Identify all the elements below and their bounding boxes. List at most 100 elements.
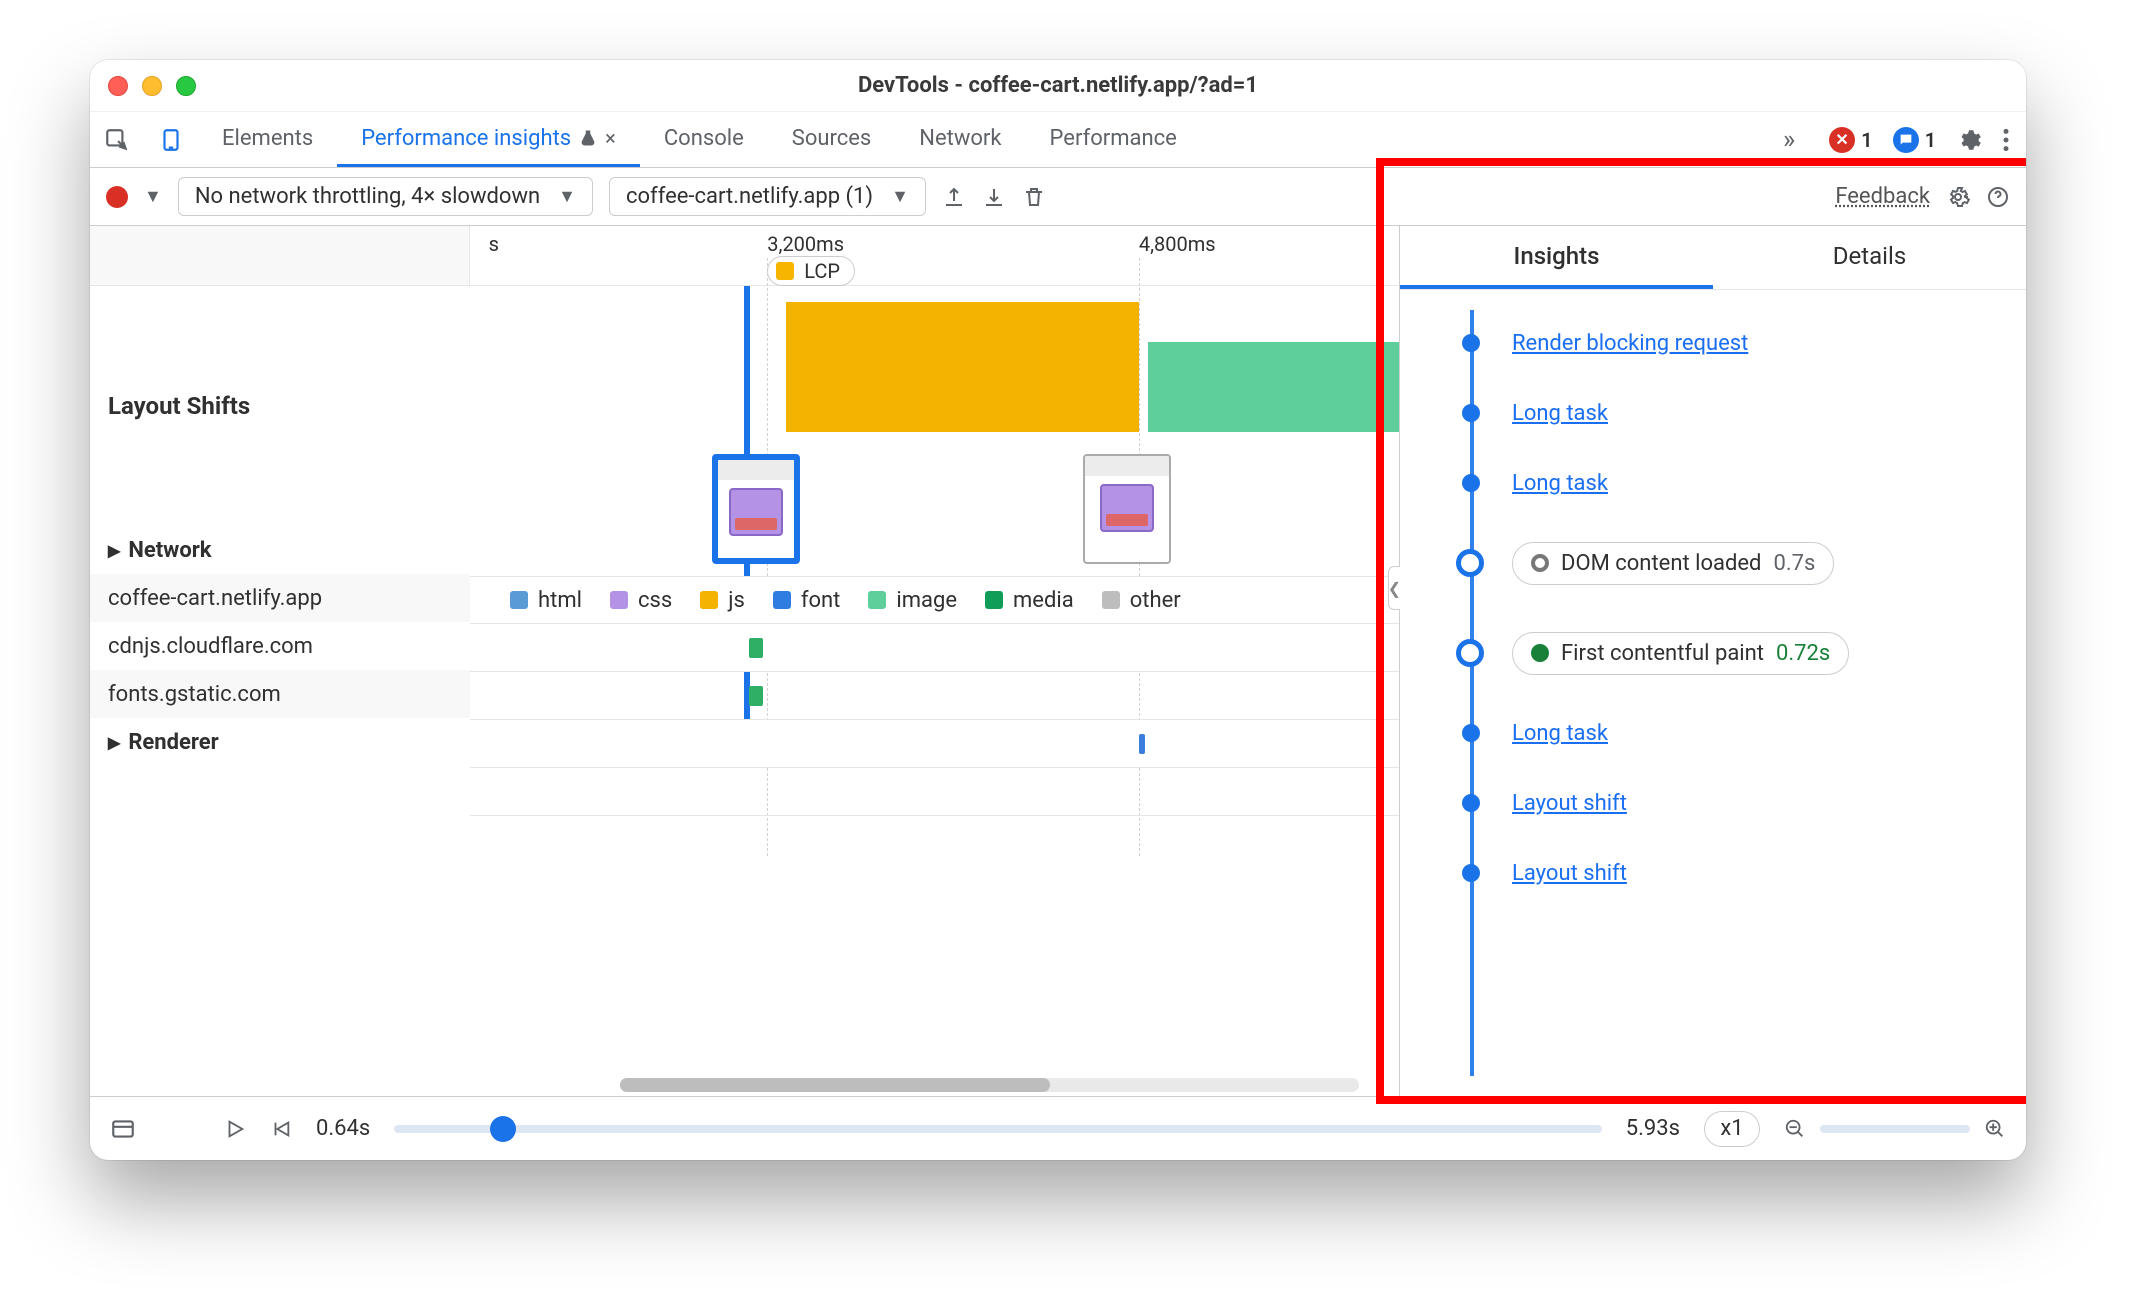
timeline-canvas[interactable]: html css js font image media other [470, 286, 1399, 1096]
tab-sources[interactable]: Sources [768, 112, 896, 167]
disclosure-triangle-icon: ▶ [108, 733, 120, 752]
timeline-ruler[interactable]: s 3,200ms 4,800ms LCP [90, 226, 1399, 286]
sidebar-tab-details[interactable]: Details [1713, 226, 2026, 289]
playback-speed-chip[interactable]: x1 [1704, 1111, 1760, 1147]
network-origin-row[interactable]: cdnjs.cloudflare.com [90, 622, 470, 670]
insight-link[interactable]: Render blocking request [1512, 331, 1748, 356]
event-value: 0.72s [1776, 641, 1830, 666]
zoom-slider[interactable] [1820, 1125, 1970, 1133]
insights-list[interactable]: Render blocking request Long task Long t… [1400, 290, 2026, 1096]
devtools-tabstrip: Elements Performance insights × Console … [198, 112, 1765, 167]
window-title: DevTools - coffee-cart.netlify.app/?ad=1 [90, 73, 2026, 98]
tab-label: Console [664, 126, 744, 151]
timeline-bar[interactable] [1148, 342, 1399, 432]
import-icon[interactable] [982, 185, 1006, 209]
network-request-row[interactable] [470, 624, 1399, 672]
throttling-select[interactable]: No network throttling, 4× slowdown ▼ [178, 177, 593, 216]
insight-item[interactable]: Render blocking request [1460, 308, 2008, 378]
event-label: DOM content loaded [1561, 551, 1761, 576]
experiment-flask-icon [579, 129, 597, 147]
lcp-label: LCP [804, 259, 840, 283]
panel-settings-gear-icon[interactable] [1946, 185, 1970, 209]
window-close-button[interactable] [108, 76, 128, 96]
legend-swatch-icon [773, 591, 791, 609]
zoom-out-icon[interactable] [1784, 1118, 1806, 1140]
tab-label: Network [919, 126, 1001, 151]
insight-event[interactable]: DOM content loaded 0.7s [1460, 518, 2008, 608]
sidebar-collapse-handle[interactable]: ❮ [1388, 566, 1400, 610]
playback-bar: 0.64s 5.93s x1 [90, 1096, 2026, 1160]
window-zoom-button[interactable] [176, 76, 196, 96]
record-menu-chevron-icon[interactable]: ▼ [144, 186, 162, 207]
insight-link[interactable]: Layout shift [1512, 791, 1627, 816]
insight-item[interactable]: Long task [1460, 448, 2008, 518]
event-dot-icon [1531, 644, 1549, 662]
chevron-down-icon: ▼ [891, 186, 909, 207]
more-menu-icon[interactable] [2002, 127, 2010, 153]
error-icon: ✕ [1829, 127, 1855, 153]
tab-close-icon[interactable]: × [605, 126, 616, 150]
record-button[interactable] [106, 186, 128, 208]
network-request-row[interactable] [470, 768, 1399, 816]
tab-performance[interactable]: Performance [1026, 112, 1201, 167]
event-pill[interactable]: DOM content loaded 0.7s [1512, 542, 1834, 585]
sidebar-tab-insights[interactable]: Insights [1400, 226, 1713, 289]
insight-link[interactable]: Layout shift [1512, 861, 1627, 886]
insight-item[interactable]: Long task [1460, 378, 2008, 448]
legend-swatch-icon [610, 591, 628, 609]
help-icon[interactable] [1986, 185, 2010, 209]
tab-console[interactable]: Console [640, 112, 768, 167]
network-request-row[interactable] [470, 672, 1399, 720]
scrollbar-thumb[interactable] [620, 1078, 1050, 1092]
legend-label: image [896, 588, 957, 613]
playhead-slider[interactable] [394, 1125, 1602, 1133]
issues-icon [1893, 127, 1919, 153]
network-legend: html css js font image media other [470, 576, 1399, 624]
filmstrip-frame[interactable] [1083, 454, 1171, 564]
event-pill[interactable]: First contentful paint 0.72s [1512, 632, 1849, 675]
insight-item[interactable]: Layout shift [1460, 768, 2008, 838]
throttling-label: No network throttling, 4× slowdown [195, 184, 540, 209]
track-layout-shifts[interactable]: Layout Shifts [90, 286, 470, 526]
insight-link[interactable]: Long task [1512, 721, 1608, 746]
zoom-in-icon[interactable] [1984, 1118, 2006, 1140]
event-dot-icon [1531, 554, 1549, 572]
tab-network[interactable]: Network [895, 112, 1025, 167]
lcp-badge[interactable]: LCP [767, 256, 855, 286]
inspect-element-icon[interactable] [90, 112, 144, 167]
horizontal-scrollbar[interactable] [620, 1078, 1359, 1092]
origin-select[interactable]: coffee-cart.netlify.app (1) ▼ [609, 177, 926, 216]
insight-item[interactable]: Layout shift [1460, 838, 2008, 908]
settings-gear-icon[interactable] [1956, 127, 1982, 153]
playhead-end-time: 5.93s [1626, 1116, 1680, 1141]
origin-label: coffee-cart.netlify.app (1) [626, 184, 873, 209]
export-icon[interactable] [942, 185, 966, 209]
error-counter[interactable]: ✕ 1 [1829, 127, 1872, 153]
rewind-icon[interactable] [270, 1118, 292, 1140]
filmstrip-frame[interactable] [712, 454, 800, 564]
window-minimize-button[interactable] [142, 76, 162, 96]
delete-icon[interactable] [1022, 185, 1046, 209]
tab-elements[interactable]: Elements [198, 112, 337, 167]
issues-counter[interactable]: 1 [1893, 127, 1936, 153]
tabs-overflow-button[interactable]: » [1765, 112, 1813, 167]
network-origin-row[interactable]: fonts.gstatic.com [90, 670, 470, 718]
track-renderer[interactable]: ▶ Renderer [90, 718, 470, 766]
insight-link[interactable]: Long task [1512, 401, 1608, 426]
insight-item[interactable]: Long task [1460, 698, 2008, 768]
legend-label: other [1130, 588, 1181, 613]
network-request-row[interactable] [470, 720, 1399, 768]
insight-link[interactable]: Long task [1512, 471, 1608, 496]
feedback-link[interactable]: Feedback [1835, 184, 1930, 209]
insight-event[interactable]: First contentful paint 0.72s [1460, 608, 2008, 698]
tab-performance-insights[interactable]: Performance insights × [337, 112, 640, 167]
tab-label: Performance [1050, 126, 1177, 151]
track-network[interactable]: ▶ Network [90, 526, 470, 574]
filmstrip-toggle-icon[interactable] [110, 1116, 136, 1142]
play-icon[interactable] [224, 1118, 246, 1140]
timeline-bar-lcp[interactable] [786, 302, 1139, 432]
device-toggle-icon[interactable] [144, 112, 198, 167]
tab-label: Performance insights [361, 126, 571, 151]
network-origin-row[interactable]: coffee-cart.netlify.app [90, 574, 470, 622]
slider-knob[interactable] [490, 1116, 516, 1142]
